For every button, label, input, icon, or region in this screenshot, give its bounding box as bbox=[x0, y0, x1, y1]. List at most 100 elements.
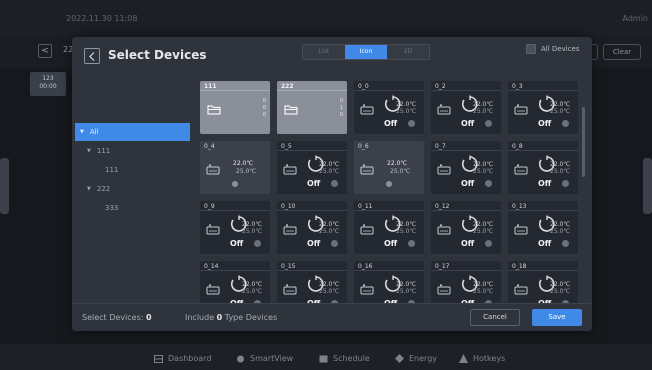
ac-unit-icon bbox=[283, 224, 297, 235]
group-card[interactable]: 222 0 1 0 bbox=[277, 81, 347, 134]
hotkeys-icon bbox=[459, 354, 468, 363]
device-card[interactable]: 0_1622.0℃25.0℃Off bbox=[354, 261, 424, 303]
nav-smartview[interactable]: SmartView bbox=[236, 354, 293, 363]
device-card[interactable]: 0_4 22.0℃ 25.0℃ bbox=[200, 141, 270, 194]
nav-schedule[interactable]: Schedule bbox=[319, 354, 370, 363]
right-drawer-handle[interactable] bbox=[643, 158, 652, 214]
tree-item-222[interactable]: ▼ 222 bbox=[87, 185, 110, 193]
group-count: 0 bbox=[262, 105, 266, 111]
device-card[interactable]: 0_12 22.0℃ 25.0℃ Off bbox=[431, 201, 501, 254]
background-tile[interactable]: 123 00:00 bbox=[30, 72, 66, 96]
expand-arrow-icon[interactable]: ▼ bbox=[87, 186, 91, 192]
all-devices-checkbox[interactable] bbox=[526, 44, 536, 54]
current-temperature: 22.0℃ bbox=[473, 101, 494, 108]
nav-dashboard[interactable]: Dashboard bbox=[154, 354, 211, 363]
device-card[interactable]: 0_10 22.0℃ 25.0℃ Off bbox=[277, 201, 347, 254]
device-card[interactable]: 0_1522.0℃25.0℃Off bbox=[277, 261, 347, 303]
current-temperature: 22.0℃ bbox=[396, 281, 417, 288]
device-card[interactable]: 0_1722.0℃25.0℃Off bbox=[431, 261, 501, 303]
save-button[interactable]: Save bbox=[532, 309, 582, 326]
current-temperature: 22.0℃ bbox=[319, 281, 340, 288]
ac-unit-icon bbox=[360, 224, 374, 235]
set-temperature: 25.0℃ bbox=[550, 228, 571, 235]
tree-item-333[interactable]: 333 bbox=[105, 204, 118, 212]
device-status: Off bbox=[384, 239, 398, 248]
device-card[interactable]: 0_1822.0℃25.0℃Off bbox=[508, 261, 578, 303]
top-bar: 2022.11.30 11:08 Admin bbox=[0, 0, 652, 36]
set-temperature: 25.0℃ bbox=[473, 168, 494, 175]
device-card[interactable]: 0_3 22.0℃ 25.0℃ Off bbox=[508, 81, 578, 134]
device-name: 0_10 bbox=[281, 203, 296, 210]
current-temperature: 22.0℃ bbox=[473, 161, 494, 168]
set-temperature: 25.0℃ bbox=[550, 168, 571, 175]
background-clear-button[interactable]: Clear bbox=[603, 44, 641, 60]
device-card[interactable]: 0_1422.0℃25.0℃Off bbox=[200, 261, 270, 303]
power-status-icon bbox=[485, 180, 492, 187]
ac-unit-icon bbox=[206, 164, 220, 175]
view-list-tab[interactable]: List bbox=[303, 45, 345, 59]
device-card[interactable]: 0_0 22.0℃ 25.0℃ Off bbox=[354, 81, 424, 134]
ac-unit-icon bbox=[206, 284, 220, 295]
device-name: 0_7 bbox=[435, 143, 446, 150]
all-devices-label: All Devices bbox=[541, 45, 580, 53]
device-card[interactable]: 0_2 22.0℃ 25.0℃ Off bbox=[431, 81, 501, 134]
device-card[interactable]: 0_13 22.0℃ 25.0℃ Off bbox=[508, 201, 578, 254]
device-status: Off bbox=[461, 119, 475, 128]
grid-scrollbar[interactable] bbox=[582, 107, 585, 177]
device-status: Off bbox=[307, 239, 321, 248]
group-name: 111 bbox=[204, 83, 217, 90]
tree-item-111-child[interactable]: 111 bbox=[105, 166, 118, 174]
set-temperature: 25.0℃ bbox=[319, 228, 340, 235]
device-card[interactable]: 0_8 22.0℃ 25.0℃ Off bbox=[508, 141, 578, 194]
expand-arrow-icon[interactable]: ▼ bbox=[87, 148, 91, 154]
device-grid: 111 0 0 0 222 0 1 0 0_0 22.0℃ 25.0℃ Off 0_2 22.0℃ 25.0… bbox=[200, 81, 585, 303]
ac-unit-icon bbox=[437, 164, 451, 175]
group-name: 222 bbox=[281, 83, 294, 90]
device-name: 0_5 bbox=[281, 143, 292, 150]
chevron-left-icon bbox=[89, 52, 95, 61]
device-card[interactable]: 0_6 22.0℃ 25.0℃ bbox=[354, 141, 424, 194]
dialog-header: Select Devices List Icon 2D All Devices bbox=[72, 37, 592, 75]
group-card[interactable]: 111 0 0 0 bbox=[200, 81, 270, 134]
view-mode-switch: List Icon 2D bbox=[302, 44, 430, 60]
device-card[interactable]: 0_11 22.0℃ 25.0℃ Off bbox=[354, 201, 424, 254]
background-back-button[interactable]: < bbox=[38, 44, 52, 58]
current-temperature: 22.0℃ bbox=[550, 281, 571, 288]
power-status-icon bbox=[254, 240, 261, 247]
device-name: 0_2 bbox=[435, 83, 446, 90]
smartview-icon bbox=[237, 355, 244, 362]
tree-item-111[interactable]: ▼ 111 bbox=[87, 147, 110, 155]
device-status: Off bbox=[538, 119, 552, 128]
user-name[interactable]: Admin bbox=[623, 14, 649, 23]
device-name: 0_13 bbox=[512, 203, 527, 210]
all-devices-toggle[interactable]: All Devices bbox=[526, 44, 580, 54]
include-count: 0 bbox=[216, 313, 223, 322]
view-2d-tab[interactable]: 2D bbox=[387, 45, 429, 59]
power-status-icon bbox=[562, 180, 569, 187]
nav-energy[interactable]: Energy bbox=[395, 354, 437, 363]
schedule-icon bbox=[319, 355, 328, 362]
device-card[interactable]: 0_9 22.0℃ 25.0℃ Off bbox=[200, 201, 270, 254]
back-button[interactable] bbox=[84, 48, 100, 64]
power-status-icon bbox=[485, 240, 492, 247]
folder-icon bbox=[284, 105, 298, 115]
tree-item-all[interactable]: ▼ All bbox=[75, 123, 190, 141]
set-temperature: 25.0℃ bbox=[473, 108, 494, 115]
dialog-title: Select Devices bbox=[108, 48, 207, 62]
cancel-button[interactable]: Cancel bbox=[470, 309, 520, 326]
left-drawer-handle[interactable] bbox=[0, 158, 9, 214]
device-name: 0_17 bbox=[435, 263, 450, 270]
current-temperature: 22.0℃ bbox=[233, 160, 254, 167]
nav-hotkeys[interactable]: Hotkeys bbox=[459, 354, 505, 363]
device-card[interactable]: 0_7 22.0℃ 25.0℃ Off bbox=[431, 141, 501, 194]
folder-icon bbox=[207, 105, 221, 115]
group-count: 0 bbox=[339, 112, 343, 118]
device-status: Off bbox=[307, 179, 321, 188]
device-name: 0_18 bbox=[512, 263, 527, 270]
group-count: 0 bbox=[262, 98, 266, 104]
power-status-icon bbox=[331, 180, 338, 187]
device-card[interactable]: 0_5 22.0℃ 25.0℃ Off bbox=[277, 141, 347, 194]
dialog-footer: Select Devices: 0 Include 0 Type Devices… bbox=[72, 303, 592, 331]
view-icon-tab[interactable]: Icon bbox=[345, 45, 387, 59]
expand-arrow-icon[interactable]: ▼ bbox=[80, 129, 84, 135]
